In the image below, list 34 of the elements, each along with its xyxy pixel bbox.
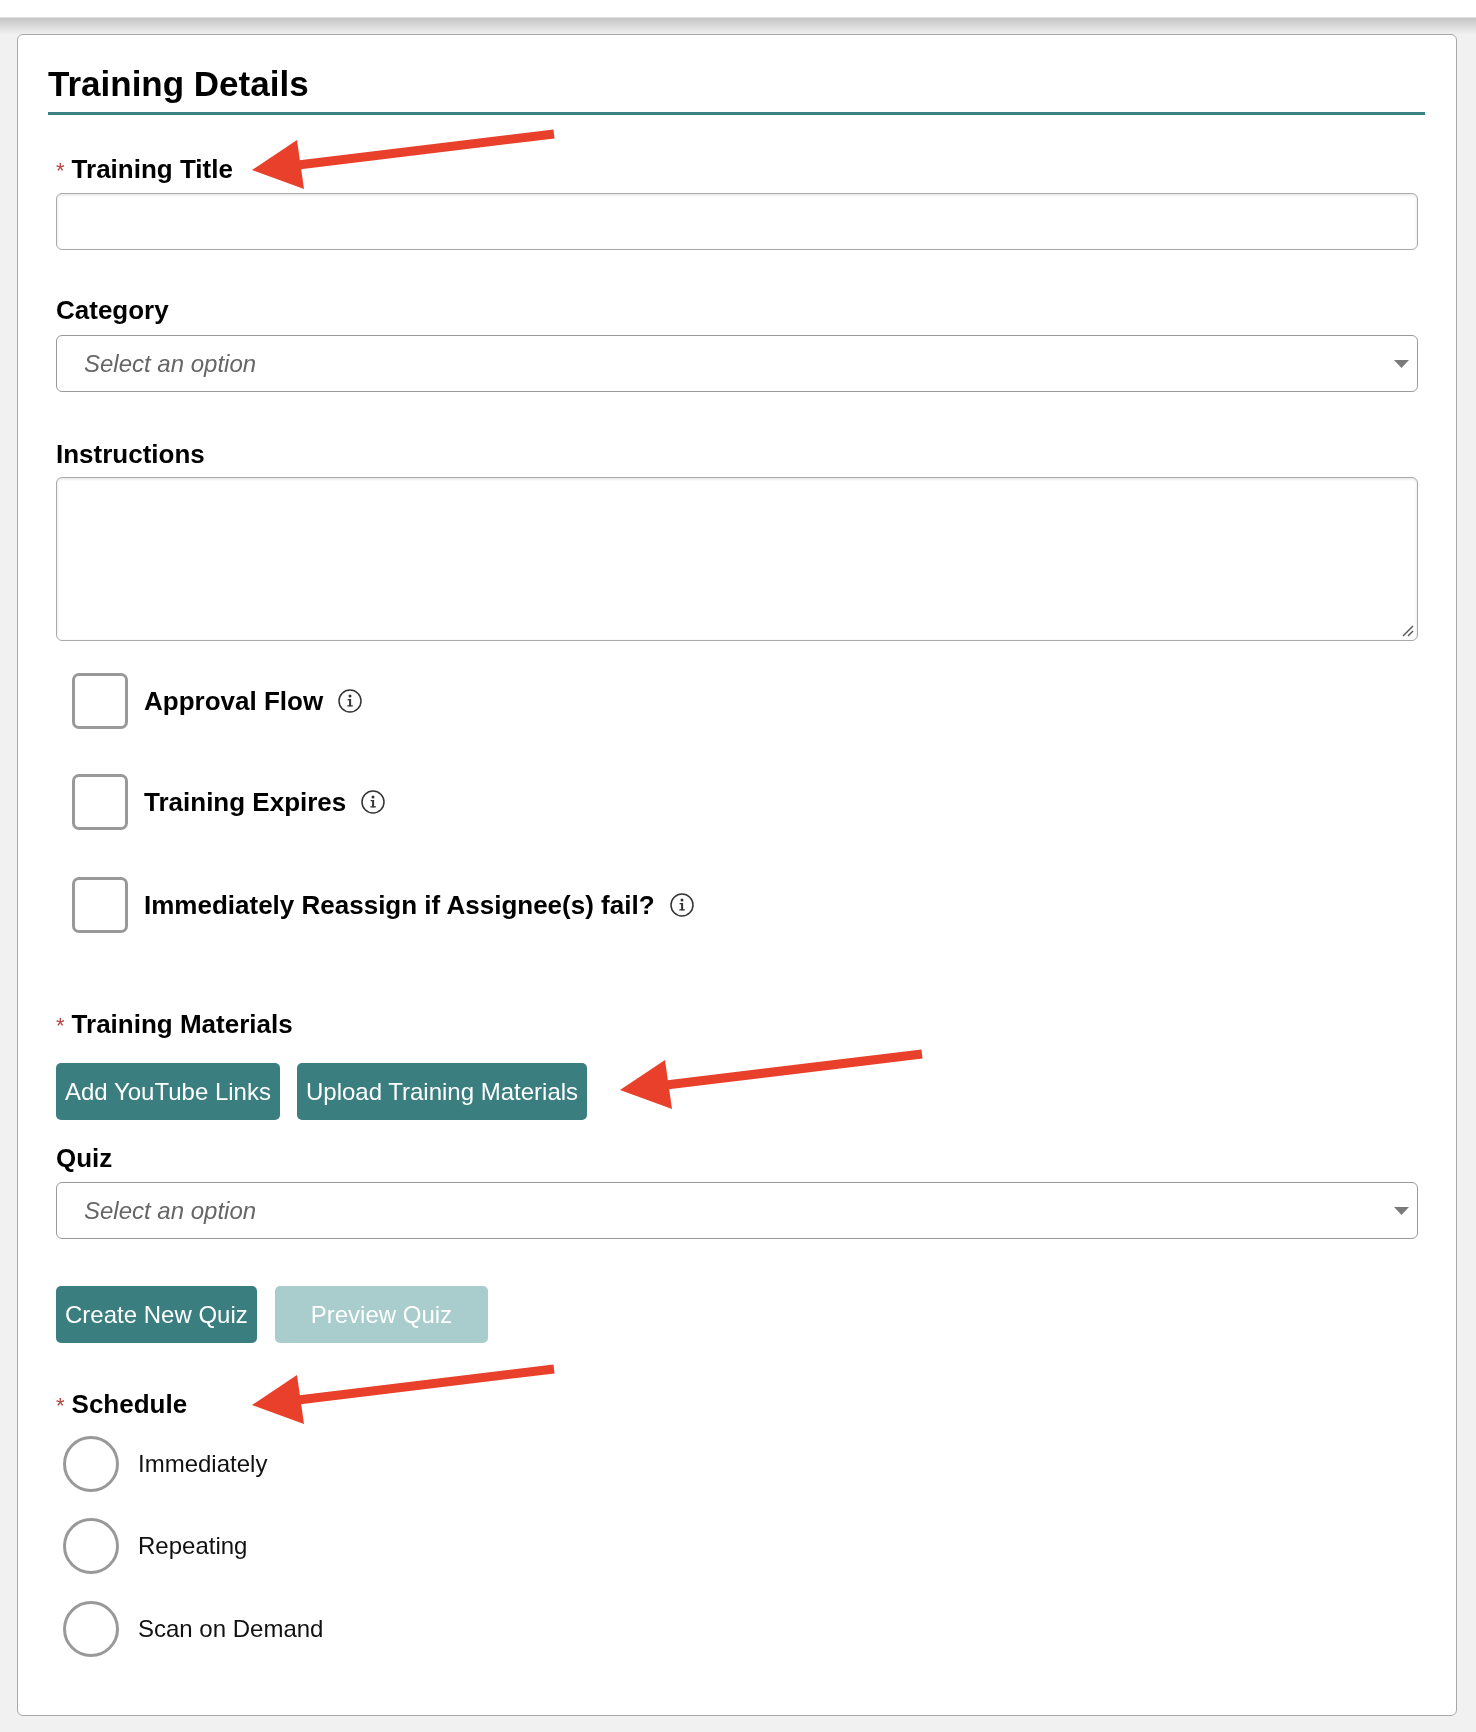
required-asterisk: *	[56, 1395, 65, 1417]
caret-icon	[1394, 360, 1409, 368]
create-quiz-button[interactable]: Create New Quiz	[56, 1286, 257, 1343]
required-asterisk: *	[56, 160, 65, 182]
checkbox[interactable]	[72, 877, 128, 933]
radio-label: Repeating	[138, 1531, 248, 1561]
field-label: Quiz	[56, 1142, 113, 1174]
radio-button[interactable]	[63, 1518, 119, 1574]
caret-icon	[1394, 1207, 1409, 1215]
required-asterisk: *	[56, 1015, 65, 1037]
quiz-select[interactable]: Select an option	[56, 1182, 1418, 1239]
info-icon[interactable]	[669, 893, 694, 917]
field-label: Category	[56, 294, 169, 326]
category-select[interactable]: Select an option	[56, 335, 1418, 392]
option-label: Training Expires	[144, 786, 347, 818]
info-icon[interactable]	[338, 689, 363, 713]
radio-label: Scan on Demand	[138, 1614, 324, 1644]
checkbox[interactable]	[72, 774, 128, 830]
checkbox[interactable]	[72, 673, 128, 729]
field-label: Instructions	[56, 438, 205, 470]
radio-button[interactable]	[63, 1601, 119, 1657]
title-input[interactable]	[56, 193, 1418, 250]
option-label: Approval Flow	[144, 685, 324, 717]
upload-materials-button[interactable]: Upload Training Materials	[296, 1063, 588, 1120]
option-label: Immediately Reassign if Assignee(s) fail?	[144, 889, 655, 921]
section-title: Training Details	[48, 63, 309, 105]
field-label: Training Materials	[71, 1008, 293, 1040]
field-label: Training Title	[71, 153, 233, 185]
add-links-button[interactable]: Add YouTube Links	[56, 1063, 280, 1120]
resize-grip-icon[interactable]	[1402, 625, 1414, 637]
radio-button[interactable]	[63, 1436, 119, 1492]
radio-label: Immediately	[138, 1449, 268, 1479]
field-label: Schedule	[71, 1388, 188, 1420]
info-icon[interactable]	[361, 790, 386, 814]
